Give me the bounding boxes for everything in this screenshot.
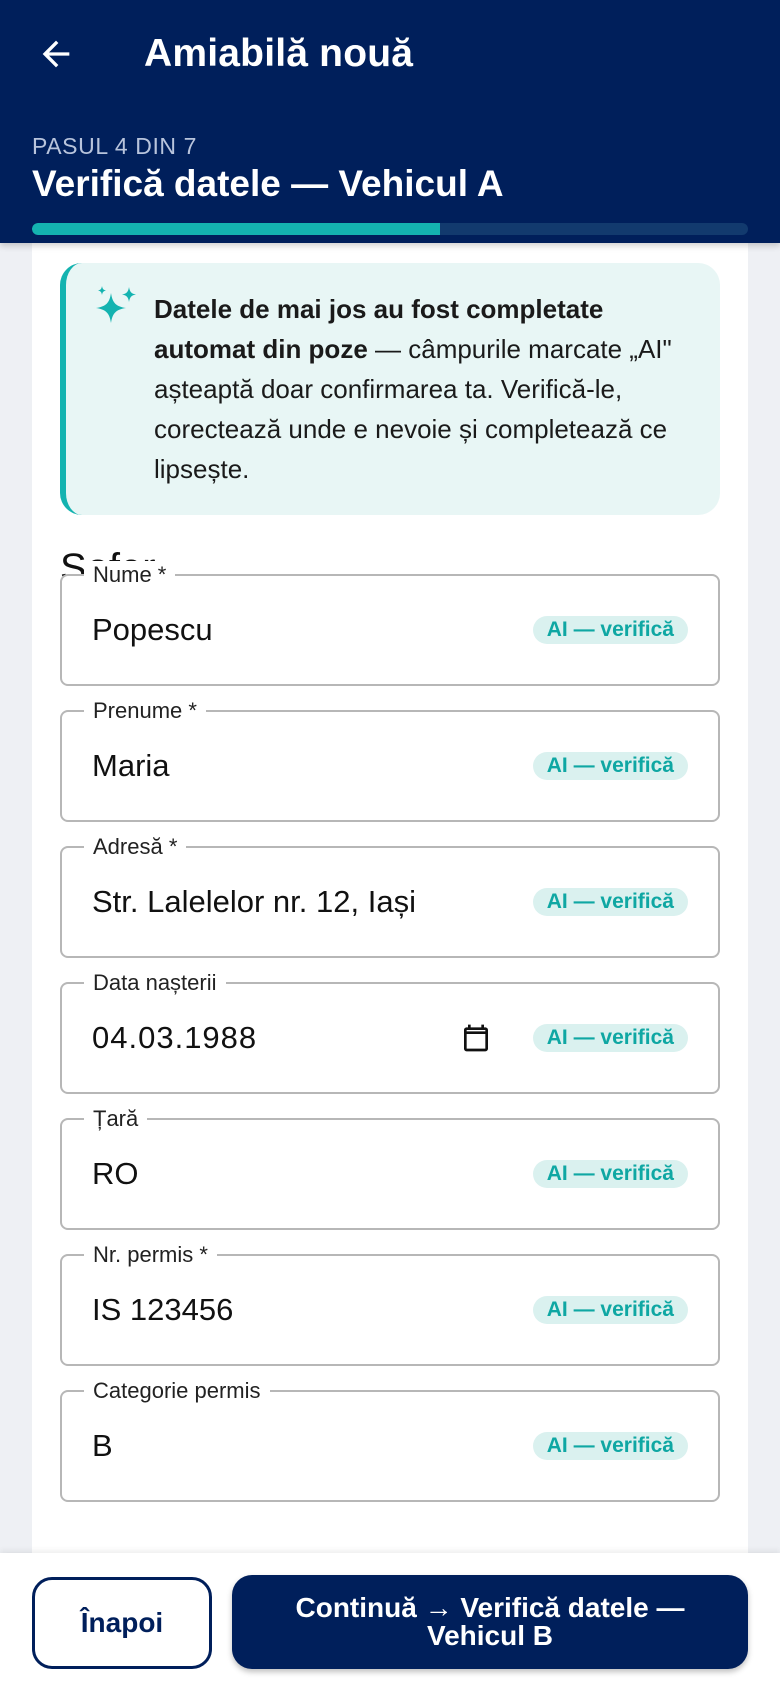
last-name-field[interactable]: Nume * Popescu AI — verifică: [60, 561, 720, 686]
step-title: Verifică datele — Vehicul A: [32, 163, 504, 204]
continue-button[interactable]: Continuă → Verifică datele — Vehicul B: [232, 1575, 748, 1669]
license-number-field[interactable]: Nr. permis * IS 123456 AI — verifică: [60, 1241, 720, 1366]
license-category-field[interactable]: Categorie permis B AI — verifică: [60, 1377, 720, 1502]
sparkle-icon: [96, 286, 136, 323]
progress-bar: [32, 223, 748, 235]
ai-info-banner: Datele de mai jos au fost completate aut…: [60, 263, 720, 515]
form-card: Datele de mai jos au fost completate aut…: [32, 243, 748, 1553]
ai-verify-badge: AI — verifică: [532, 1024, 688, 1052]
country-field[interactable]: Țară RO AI — verifică: [60, 1105, 720, 1230]
field-label: Nr. permis *: [84, 1241, 217, 1269]
app-bar: Amiabilă nouă PASUL 4 DIN 7 Verifică dat…: [0, 0, 780, 243]
field-label: Țară: [84, 1105, 148, 1133]
app-title: Amiabilă nouă: [144, 32, 414, 75]
field-value[interactable]: Maria: [92, 746, 170, 786]
field-value[interactable]: 04.03.1988: [92, 1018, 257, 1058]
field-label: Adresă *: [84, 833, 187, 861]
field-value[interactable]: RO: [92, 1154, 139, 1194]
ai-verify-badge: AI — verifică: [532, 888, 688, 916]
bottom-action-bar: Înapoi Continuă → Verifică datele — Vehi…: [0, 1553, 780, 1688]
progress-bar-fill: [32, 223, 441, 235]
ai-verify-badge: AI — verifică: [532, 752, 688, 780]
field-value[interactable]: Popescu: [92, 610, 213, 650]
field-label: Data nașterii: [84, 969, 226, 997]
field-value[interactable]: B: [92, 1426, 113, 1466]
first-name-field[interactable]: Prenume * Maria AI — verifică: [60, 697, 720, 822]
ai-verify-badge: AI — verifică: [532, 1432, 688, 1460]
field-label: Categorie permis: [84, 1377, 270, 1405]
step-counter: PASUL 4 DIN 7: [32, 133, 198, 159]
field-value[interactable]: IS 123456: [92, 1290, 233, 1330]
birth-date-field[interactable]: Data nașterii 04.03.1988 AI — verifică: [60, 969, 720, 1094]
ai-verify-badge: AI — verifică: [532, 1296, 688, 1324]
field-label: Nume *: [84, 561, 176, 589]
field-value[interactable]: Str. Lalelelor nr. 12, Iași: [92, 882, 416, 922]
ai-verify-badge: AI — verifică: [532, 616, 688, 644]
ai-verify-badge: AI — verifică: [532, 1160, 688, 1188]
address-field[interactable]: Adresă * Str. Lalelelor nr. 12, Iași AI …: [60, 833, 720, 958]
back-arrow-button[interactable]: [30, 28, 82, 80]
ai-info-text: Datele de mai jos au fost completate aut…: [154, 289, 694, 489]
field-label: Prenume *: [84, 697, 206, 725]
calendar-icon[interactable]: [460, 1022, 492, 1054]
arrow-left-icon: [42, 40, 70, 68]
back-button[interactable]: Înapoi: [32, 1577, 212, 1669]
